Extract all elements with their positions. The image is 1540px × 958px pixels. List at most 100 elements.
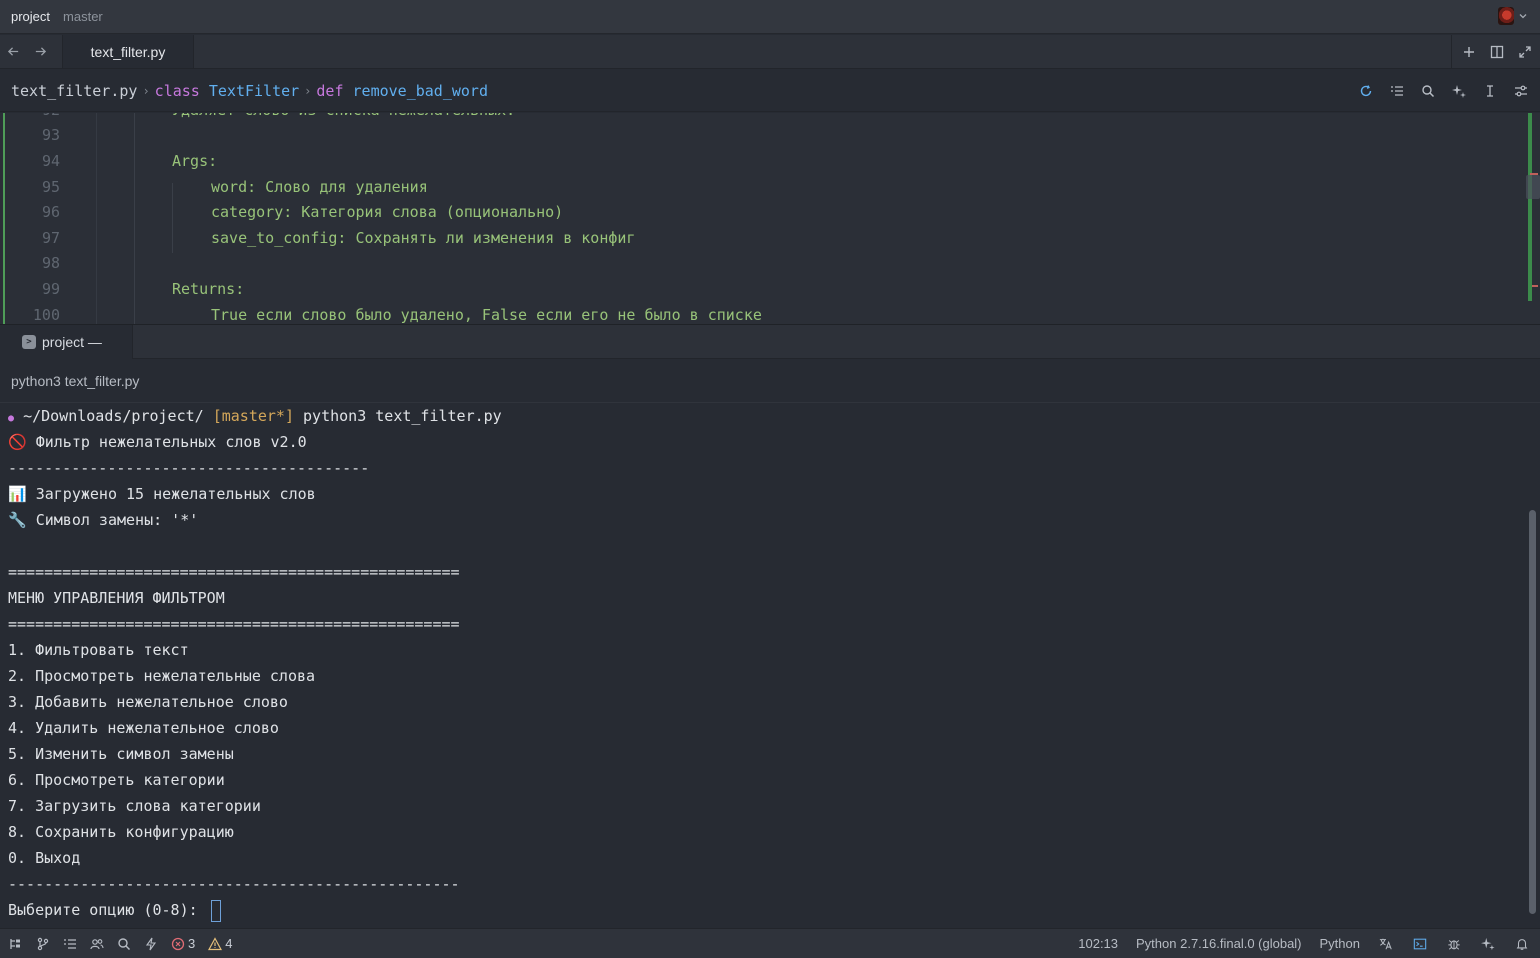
class-name: TextFilter	[208, 81, 300, 100]
output-line: ----------------------------------------…	[8, 875, 460, 893]
editor-toolbar	[1357, 82, 1530, 100]
bug-icon	[1448, 939, 1460, 950]
error-marker[interactable]	[1530, 173, 1538, 175]
split-editor-button[interactable]	[1488, 43, 1506, 61]
terminal-icon	[1413, 938, 1427, 949]
cursor-button[interactable]	[1481, 82, 1499, 100]
keyword-def: def	[316, 81, 344, 100]
terminal-cursor[interactable]	[210, 899, 221, 922]
output-line: ========================================…	[8, 563, 460, 581]
code-text: word: Слово для удаления	[211, 178, 428, 196]
ai-assistant-button[interactable]	[1480, 936, 1496, 952]
back-button[interactable]	[0, 35, 27, 68]
notifications-button[interactable]	[1514, 936, 1530, 952]
translate-button[interactable]	[1378, 936, 1394, 952]
maximize-button[interactable]	[1516, 43, 1534, 61]
errors-indicator[interactable]: 3	[171, 936, 195, 951]
code-text: category: Категория слова (опционально)	[211, 203, 564, 221]
users-icon	[90, 938, 104, 949]
terminal-tab[interactable]: > project —	[0, 325, 133, 359]
breadcrumb-class[interactable]: class TextFilter	[155, 82, 300, 100]
find-button[interactable]	[117, 937, 131, 951]
prompt-command: python3 text_filter.py	[303, 407, 502, 425]
settings-button[interactable]	[1512, 82, 1530, 100]
tab-text-filter[interactable]: text_filter.py	[62, 35, 194, 68]
user-menu[interactable]	[1498, 7, 1528, 25]
output-line: 3. Добавить нежелательное слово	[8, 693, 288, 711]
breadcrumb-file[interactable]: text_filter.py	[11, 82, 137, 100]
output-line: ========================================…	[8, 615, 460, 633]
output-line: 🔧 Символ замены: '*'	[8, 511, 199, 529]
project-name[interactable]: project	[11, 9, 50, 24]
editor-scroll-marker	[1528, 113, 1532, 301]
terminal-title: python3 text_filter.py	[11, 373, 140, 389]
list-icon	[1391, 85, 1403, 96]
line-number: 95	[41, 178, 60, 196]
language-selector[interactable]: Python	[1320, 936, 1360, 951]
code-text: Args:	[172, 152, 218, 170]
debug-button[interactable]	[1446, 936, 1462, 952]
output-line: 1. Фильтровать текст	[8, 641, 189, 659]
error-icon	[171, 937, 185, 950]
structure-button[interactable]	[9, 937, 23, 951]
code-text: True если слово было удалено, False если…	[211, 306, 762, 324]
avatar	[1498, 7, 1514, 25]
code-line: 93	[0, 122, 1520, 148]
cursor-position[interactable]: 102:13	[1078, 936, 1118, 951]
bell-icon	[1516, 938, 1528, 950]
code-line: 94 Args:	[0, 148, 1520, 174]
structure-icon	[10, 938, 20, 949]
terminal-output[interactable]: ● ~/Downloads/project/ [master*] python3…	[0, 403, 1540, 928]
sparkle-icon	[1481, 937, 1495, 950]
terminal-tab-label: project —	[42, 334, 102, 350]
outline-button[interactable]	[1388, 82, 1406, 100]
branch-name[interactable]: master	[63, 9, 103, 24]
output-line: 🚫 Фильтр нежелательных слов v2.0	[8, 433, 307, 451]
tab-bar: text_filter.py	[0, 35, 1540, 69]
translate-icon	[1379, 938, 1392, 949]
new-tab-button[interactable]	[1460, 43, 1478, 61]
terminal-toggle-button[interactable]	[1412, 936, 1428, 952]
code-line: 98	[0, 250, 1520, 276]
output-line: 8. Сохранить конфигурацию	[8, 823, 234, 841]
sparkle-icon	[1452, 84, 1466, 98]
split-icon	[1490, 45, 1504, 58]
search-icon	[1422, 84, 1435, 97]
interpreter-selector[interactable]: Python 2.7.16.final.0 (global)	[1136, 936, 1302, 951]
run-button[interactable]	[144, 937, 158, 951]
refresh-button[interactable]	[1357, 82, 1375, 100]
editor-scrollbar[interactable]	[1526, 175, 1540, 199]
keyword-class: class	[154, 81, 200, 100]
list-icon	[64, 938, 76, 949]
title-bar: project master	[0, 0, 1540, 34]
forward-button[interactable]	[27, 35, 54, 68]
arrow-right-icon	[35, 47, 47, 56]
breadcrumb-function[interactable]: def remove_bad_word	[316, 82, 488, 100]
git-button[interactable]	[36, 937, 50, 951]
line-number: 94	[41, 152, 60, 170]
status-bar: 3 4 102:13 Python 2.7.16.final.0 (global…	[0, 928, 1540, 958]
warnings-indicator[interactable]: 4	[208, 936, 232, 951]
prompt-path: ~/Downloads/project/	[23, 407, 204, 425]
breadcrumb: text_filter.py › class TextFilter › def …	[0, 70, 1540, 112]
code-line: 99 Returns:	[0, 276, 1520, 302]
output-line: ----------------------------------------	[8, 459, 370, 477]
error-marker[interactable]	[1532, 285, 1538, 287]
code-editor[interactable]: 92Удаляет слово из списка нежелательных.…	[0, 113, 1540, 324]
input-line[interactable]: Выберите опцию (0-8):	[8, 897, 221, 923]
output-line: МЕНЮ УПРАВЛЕНИЯ ФИЛЬТРОМ	[8, 589, 225, 607]
assistant-button[interactable]	[1450, 82, 1468, 100]
todo-button[interactable]	[63, 937, 77, 951]
search-button[interactable]	[1419, 82, 1437, 100]
terminal-scrollbar[interactable]	[1529, 510, 1536, 914]
line-number: 93	[41, 126, 60, 144]
collab-button[interactable]	[90, 937, 104, 951]
function-name: remove_bad_word	[352, 81, 488, 100]
code-text: Returns:	[172, 280, 245, 298]
terminal-tab-bar: > project —	[0, 324, 1540, 359]
sliders-icon	[1515, 85, 1527, 96]
code-line: 100 True если слово было удалено, False е…	[0, 302, 1520, 324]
line-number: 99	[41, 280, 60, 298]
terminal-title-bar: python3 text_filter.py	[0, 360, 1540, 403]
input-prompt: Выберите опцию (0-8):	[8, 901, 207, 919]
